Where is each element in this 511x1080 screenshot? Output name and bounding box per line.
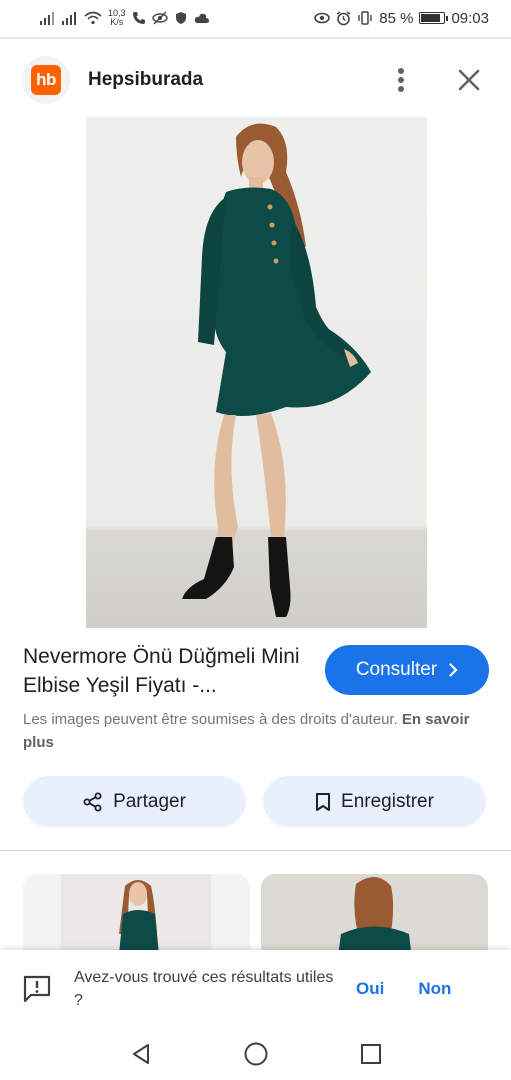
feedback-question: Avez-vous trouvé ces résultats utiles ? — [74, 969, 334, 1009]
battery-icon — [419, 12, 449, 24]
cloud-icon — [194, 13, 209, 23]
copyright-text: Les images peuvent être soumises à des d… — [23, 711, 398, 728]
share-button[interactable]: Partager — [23, 776, 246, 827]
close-icon — [458, 69, 480, 91]
dress-photo — [182, 123, 371, 617]
chevron-right-icon — [449, 663, 458, 677]
consult-label: Consulter — [355, 659, 438, 680]
status-bar-left: 10,3 K/s — [40, 9, 210, 27]
share-label: Partager — [113, 790, 186, 812]
signal-icon — [40, 12, 54, 25]
viewer-header: hb Hepsiburada — [0, 45, 511, 115]
status-divider — [0, 37, 511, 39]
action-buttons: Partager Enregistrer — [23, 776, 486, 827]
related-photo — [61, 874, 211, 954]
clock: 09:03 — [451, 9, 489, 27]
network-speed-unit: K/s — [110, 17, 124, 27]
related-photo — [338, 876, 412, 954]
share-icon — [83, 792, 102, 811]
recents-icon[interactable] — [359, 1042, 383, 1066]
eye-off-icon — [151, 11, 168, 25]
alarm-icon — [336, 10, 351, 25]
vibrate-icon — [358, 11, 372, 25]
close-button[interactable] — [449, 60, 489, 100]
status-bar-right: 85 % 09:03 — [314, 10, 489, 27]
more-options-button[interactable] — [381, 60, 421, 100]
hepsiburada-logo: hb — [31, 65, 61, 95]
related-images — [23, 874, 488, 954]
bookmark-icon — [316, 792, 331, 811]
battery-level — [421, 14, 441, 22]
product-title[interactable]: Nevermore Önü Düğmeli Mini Elbise Yeşil … — [23, 642, 308, 700]
feedback-bar: Avez-vous trouvé ces résultats utiles ? … — [0, 950, 511, 1028]
save-button[interactable]: Enregistrer — [263, 776, 486, 827]
main-product-image[interactable] — [86, 117, 427, 628]
feedback-yes-button[interactable]: Oui — [356, 979, 384, 999]
home-icon[interactable] — [243, 1041, 269, 1067]
shield-icon — [175, 12, 186, 24]
consult-button[interactable]: Consulter — [325, 645, 489, 695]
eye-comfort-icon — [314, 12, 331, 24]
back-icon[interactable] — [129, 1042, 153, 1066]
copyright-notice: Les images peuvent être soumises à des d… — [23, 708, 483, 754]
battery-percent: 85 % — [379, 9, 414, 27]
site-name[interactable]: Hepsiburada — [88, 69, 203, 91]
save-label: Enregistrer — [341, 790, 434, 812]
related-image[interactable] — [23, 874, 250, 954]
section-divider — [0, 850, 511, 851]
signal-icon-2 — [62, 12, 76, 25]
feedback-icon — [23, 975, 51, 1003]
related-image[interactable] — [261, 874, 488, 954]
wifi-icon — [84, 11, 102, 25]
phone-icon — [132, 12, 145, 24]
feedback-no-button[interactable]: Non — [418, 979, 451, 999]
status-bar: 10,3 K/s 85 % 09:03 — [0, 0, 511, 36]
site-favicon[interactable]: hb — [22, 56, 70, 104]
more-vert-icon — [398, 68, 404, 92]
result-title-row: Nevermore Önü Düğmeli Mini Elbise Yeşil … — [23, 642, 489, 700]
network-speed: 10,3 K/s — [108, 9, 126, 27]
system-nav-bar — [0, 1028, 511, 1080]
